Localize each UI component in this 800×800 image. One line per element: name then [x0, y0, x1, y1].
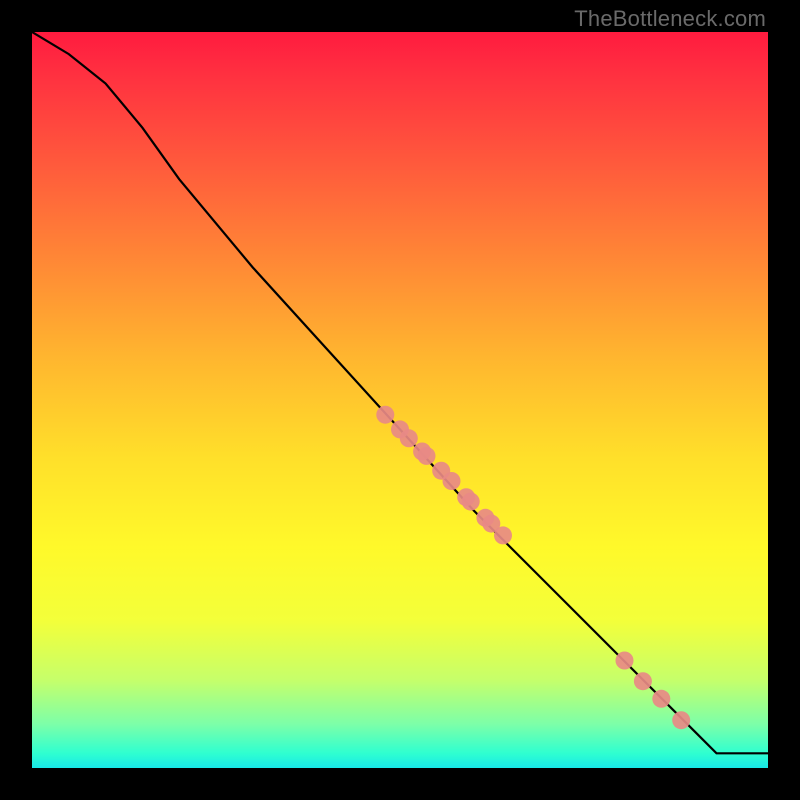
- marker-point: [616, 652, 634, 670]
- curve-line: [32, 32, 768, 753]
- watermark-text: TheBottleneck.com: [574, 6, 766, 32]
- marker-point: [418, 447, 436, 465]
- chart-container: TheBottleneck.com: [0, 0, 800, 800]
- marker-point: [494, 526, 512, 544]
- marker-point: [462, 493, 480, 511]
- marker-point: [672, 711, 690, 729]
- chart-svg: [32, 32, 768, 768]
- marker-point: [376, 406, 394, 424]
- marker-point: [652, 690, 670, 708]
- markers-group: [376, 406, 690, 730]
- plot-area: [32, 32, 768, 768]
- marker-point: [634, 672, 652, 690]
- marker-point: [400, 429, 418, 447]
- marker-point: [443, 472, 461, 490]
